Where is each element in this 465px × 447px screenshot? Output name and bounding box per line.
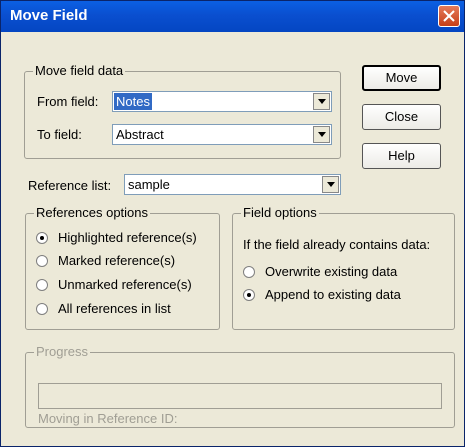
reference-list-select[interactable]: sample (124, 174, 341, 195)
highlighted-references-label[interactable]: Highlighted reference(s) (58, 230, 197, 245)
radio-selected-dot (247, 293, 251, 297)
unmarked-references-label[interactable]: Unmarked reference(s) (58, 277, 192, 292)
to-field-select[interactable]: Abstract (112, 124, 332, 145)
references-options-group: References options Highlighted reference… (25, 205, 220, 330)
reference-list-label: Reference list: (28, 178, 112, 193)
radio-unmarked-references[interactable] (36, 279, 48, 291)
close-button[interactable]: Close (362, 104, 441, 130)
progress-bar (38, 383, 442, 409)
radio-marked-references[interactable] (36, 255, 48, 267)
from-field-dropdown-button[interactable] (313, 93, 330, 110)
marked-references-label[interactable]: Marked reference(s) (58, 253, 175, 268)
move-field-dialog: Move Field Move field data From field: N… (0, 0, 465, 447)
radio-append-existing-data[interactable] (243, 289, 255, 301)
close-window-button[interactable] (438, 5, 460, 27)
reference-list-dropdown-button[interactable] (322, 176, 339, 193)
radio-overwrite-existing-data[interactable] (243, 266, 255, 278)
overwrite-existing-data-label[interactable]: Overwrite existing data (265, 264, 397, 279)
progress-legend: Progress (34, 344, 91, 359)
all-references-label[interactable]: All references in list (58, 301, 171, 316)
chevron-down-icon (327, 182, 335, 187)
field-options-group: Field options If the field already conta… (232, 205, 455, 330)
to-field-dropdown-button[interactable] (313, 126, 330, 143)
radio-all-references[interactable] (36, 303, 48, 315)
append-existing-data-label[interactable]: Append to existing data (265, 287, 401, 302)
chevron-down-icon (318, 132, 326, 137)
field-options-prompt: If the field already contains data: (243, 237, 431, 252)
chevron-down-icon (318, 99, 326, 104)
move-field-data-legend: Move field data (33, 63, 126, 78)
move-button[interactable]: Move (362, 65, 441, 91)
progress-group: Progress Moving in Reference ID: (25, 344, 455, 428)
references-options-legend: References options (34, 205, 151, 220)
progress-status-text: Moving in Reference ID: (38, 411, 178, 426)
field-options-legend: Field options (241, 205, 319, 220)
from-field-value: Notes (114, 93, 152, 110)
dialog-title: Move Field (10, 7, 88, 24)
to-field-label: To field: (37, 127, 82, 142)
radio-selected-dot (40, 236, 44, 240)
close-icon (443, 10, 455, 22)
move-field-data-group: Move field data From field: Notes To fie… (24, 63, 341, 159)
help-button[interactable]: Help (362, 143, 441, 169)
to-field-value: Abstract (116, 127, 164, 142)
from-field-label: From field: (37, 94, 99, 109)
title-bar[interactable]: Move Field (1, 1, 464, 32)
reference-list-value: sample (128, 177, 170, 192)
radio-highlighted-references[interactable] (36, 232, 48, 244)
from-field-select[interactable]: Notes (112, 91, 332, 112)
